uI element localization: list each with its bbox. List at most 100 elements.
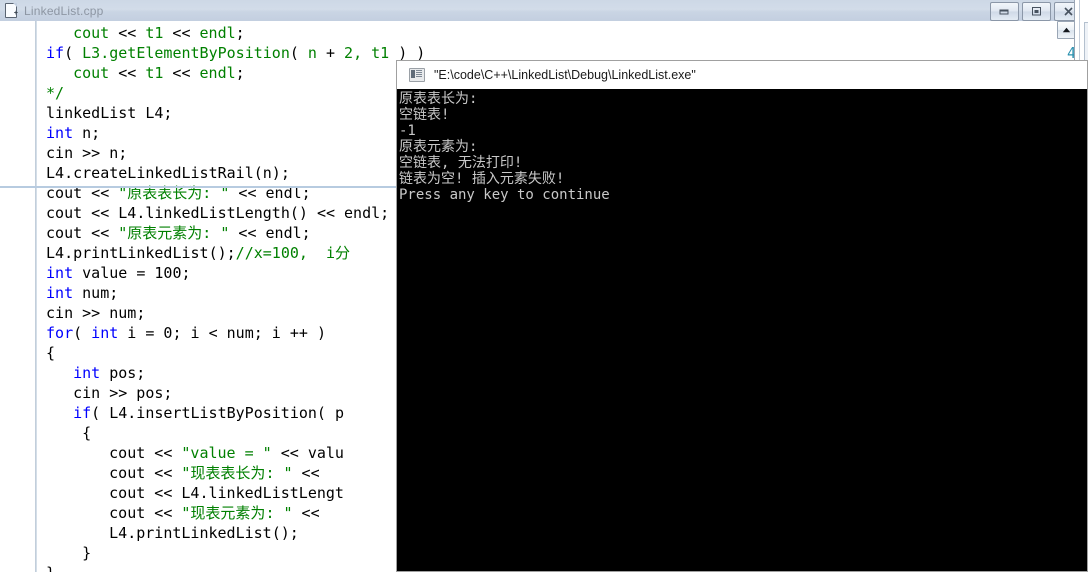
code-token: }: [82, 544, 92, 562]
code-line[interactable]: cout << L4.linkedListLengt: [109, 483, 344, 503]
code-token: cout <<: [109, 464, 182, 482]
code-line[interactable]: {: [46, 343, 55, 363]
code-token: cout: [73, 64, 119, 82]
code-token: cout << L4.linkedListLengt: [109, 484, 344, 502]
code-token: i = 0; i < num; i ++ ): [118, 324, 326, 342]
code-line[interactable]: cout << L4.linkedListLength() << endl;: [46, 203, 389, 223]
code-line[interactable]: cin >> pos;: [73, 383, 172, 403]
code-line[interactable]: cout << "现表元素为: " <<: [109, 503, 319, 523]
code-token: ;: [235, 24, 245, 42]
console-titlebar[interactable]: "E:\code\C++\LinkedList\Debug\LinkedList…: [397, 61, 1087, 90]
code-token: cout: [73, 24, 119, 42]
code-token: n;: [73, 124, 101, 142]
code-token: "现表表长为: ": [181, 464, 293, 482]
code-token: if: [73, 404, 92, 422]
console-line: 原表元素为:: [399, 139, 478, 155]
code-token: pos;: [100, 364, 146, 382]
code-token: cin >> n;: [46, 144, 128, 162]
console-line: 空链表!: [399, 107, 450, 123]
code-line[interactable]: int num;: [46, 283, 118, 303]
code-line[interactable]: */: [46, 83, 64, 103]
code-line[interactable]: cout << "现表表长为: " <<: [109, 463, 319, 483]
code-token: t1: [145, 64, 173, 82]
code-token: value = 100;: [73, 264, 191, 282]
code-token: cout <<: [109, 504, 182, 522]
console-output[interactable]: 原表表长为: 空链表! -1 原表元素为: 空链表, 无法打印! 链表为空! 插入元素失败…: [397, 89, 1087, 571]
console-window-icon: [409, 68, 425, 82]
code-line[interactable]: int pos;: [73, 363, 145, 383]
code-token: +: [325, 44, 345, 62]
line-number-gutter: [0, 21, 35, 572]
code-token: L4.createLinkedListRail(n);: [46, 164, 290, 182]
code-line[interactable]: if( L3.getElementByPosition( n + 2, t1 )…: [46, 43, 425, 63]
ide-window-title: LinkedList.cpp: [24, 3, 104, 18]
code-token: endl: [199, 64, 236, 82]
code-line[interactable]: cout << "value = " << valu: [109, 443, 344, 463]
window-controls: [990, 2, 1083, 21]
code-token: //x=100, i分: [235, 244, 351, 262]
code-token: }: [46, 564, 55, 572]
code-token: <<: [172, 24, 200, 42]
code-line[interactable]: L4.printLinkedList();//x=100, i分: [46, 243, 350, 263]
console-line: Press any key to continue: [399, 187, 610, 203]
code-token: <<: [172, 64, 200, 82]
code-token: {: [82, 424, 92, 442]
code-token: L3.getElementByPosition: [82, 44, 290, 62]
code-line[interactable]: cout << t1 << endl;: [73, 23, 245, 43]
code-line[interactable]: cout << "原表元素为: " << endl;: [46, 223, 311, 243]
console-window[interactable]: "E:\code\C++\LinkedList\Debug\LinkedList…: [396, 60, 1088, 572]
code-token: (: [64, 44, 83, 62]
code-line[interactable]: }: [46, 563, 55, 572]
code-token: cin >> pos;: [73, 384, 173, 402]
code-token: 2,: [344, 44, 372, 62]
code-token: cout << L4.linkedListLength() << endl;: [46, 204, 390, 222]
code-line[interactable]: int value = 100;: [46, 263, 191, 283]
code-token: <<: [292, 504, 320, 522]
code-token: int: [46, 284, 74, 302]
code-token: (: [73, 324, 92, 342]
console-window-title: "E:\code\C++\LinkedList\Debug\LinkedList…: [434, 68, 696, 82]
code-token: int: [73, 364, 101, 382]
screen: + LinkedList.cpp 40414243444546474849505…: [0, 0, 1088, 572]
code-token: L4.printLinkedList();: [109, 524, 299, 542]
code-token: int: [46, 124, 74, 142]
code-token: if: [46, 44, 65, 62]
code-line[interactable]: linkedList L4;: [46, 103, 172, 123]
code-token: endl: [199, 24, 236, 42]
code-line[interactable]: cin >> num;: [46, 303, 145, 323]
code-token: L4.printLinkedList();: [46, 244, 236, 262]
code-line[interactable]: L4.printLinkedList();: [109, 523, 299, 543]
code-token: int: [46, 264, 74, 282]
code-token: (: [289, 44, 308, 62]
code-token: n: [307, 44, 326, 62]
code-line[interactable]: }: [82, 543, 91, 563]
code-token: "原表元素为: ": [118, 224, 230, 242]
code-token: cin >> num;: [46, 304, 146, 322]
code-line[interactable]: L4.createLinkedListRail(n);: [46, 163, 290, 183]
minimize-button[interactable]: [990, 2, 1019, 21]
ide-titlebar[interactable]: + LinkedList.cpp: [0, 0, 1088, 22]
code-line[interactable]: int n;: [46, 123, 100, 143]
code-token: <<: [118, 64, 146, 82]
code-line[interactable]: for( int i = 0; i < num; i ++ ): [46, 323, 326, 343]
code-token: */: [46, 84, 65, 102]
code-token: cout <<: [46, 224, 119, 242]
cpp-file-icon: +: [5, 3, 18, 18]
code-token: <<: [118, 24, 146, 42]
code-token: << endl;: [229, 224, 311, 242]
maximize-button[interactable]: [1022, 2, 1051, 21]
code-token: ( L4.insertListByPosition( p: [91, 404, 345, 422]
code-line[interactable]: {: [82, 423, 91, 443]
code-token: t1: [371, 44, 399, 62]
code-token: t1: [145, 24, 173, 42]
code-token: "value = ": [181, 444, 272, 462]
code-line[interactable]: cin >> n;: [46, 143, 127, 163]
code-token: << valu: [271, 444, 344, 462]
editor-scroll-up-button[interactable]: [1057, 21, 1076, 39]
code-line[interactable]: if( L4.insertListByPosition( p: [73, 403, 344, 423]
code-token: int: [91, 324, 119, 342]
code-line[interactable]: cout << t1 << endl;: [73, 63, 245, 83]
console-line: 空链表, 无法打印!: [399, 155, 523, 171]
console-line: 链表为空! 插入元素失败!: [399, 171, 565, 187]
code-token: cout <<: [109, 444, 182, 462]
